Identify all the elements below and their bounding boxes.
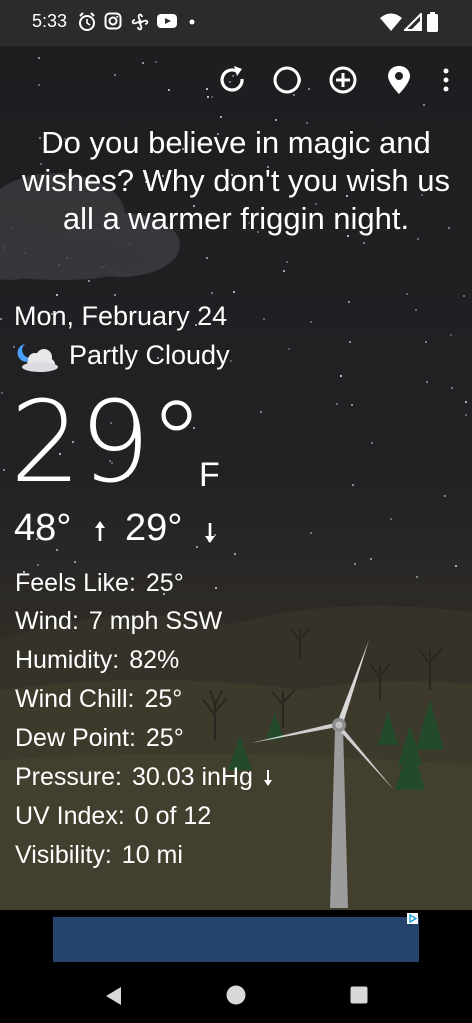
detail-label: Dew Point:	[15, 724, 136, 752]
fan-icon	[131, 13, 149, 31]
detail-label: Visibility:	[15, 841, 112, 869]
arrow-down-icon	[205, 523, 215, 543]
detail-label: Wind:	[15, 607, 79, 635]
ad-banner[interactable]	[53, 917, 419, 962]
navigation-bar	[0, 969, 472, 1023]
detail-row-pressure: Pressure: 30.03 inHg	[15, 762, 273, 792]
alarm-icon	[79, 12, 95, 31]
detail-row-visibility: Visibility: 10 mi	[15, 840, 183, 870]
pressure-falling-icon	[263, 770, 272, 786]
high-temperature: 48°	[14, 507, 72, 549]
status-time: 5:33	[32, 11, 68, 31]
detail-label: UV Index:	[15, 802, 125, 830]
status-bar: 5:33	[0, 0, 472, 46]
theme-icon[interactable]	[271, 64, 303, 96]
recents-icon[interactable]	[350, 986, 368, 1004]
detail-value: 10 mi	[121, 841, 183, 869]
detail-label: Humidity:	[15, 646, 120, 674]
detail-label: Pressure:	[15, 763, 122, 791]
detail-row-uv-index: UV Index: 0 of 12	[15, 801, 211, 831]
ad-choices-icon[interactable]	[407, 913, 418, 924]
home-icon[interactable]	[226, 985, 246, 1005]
weather-quote: Do you believe in magic and wishes? Why …	[21, 125, 451, 236]
detail-value: 25°	[145, 569, 184, 597]
detail-row-humidity: Humidity: 82%	[15, 645, 179, 675]
detail-row-dew-point: Dew Point: 25°	[15, 723, 184, 753]
overflow-menu-icon[interactable]	[430, 64, 462, 96]
low-temperature: 29°	[125, 507, 183, 549]
signal-icon	[404, 13, 422, 31]
dot-icon	[189, 19, 195, 25]
wifi-icon	[380, 13, 402, 31]
detail-row-wind-chill: Wind Chill: 25°	[15, 684, 182, 714]
back-icon[interactable]	[103, 985, 123, 1007]
current-temperature: 29°	[10, 378, 205, 508]
partly-cloudy-night-icon	[17, 344, 58, 372]
ad-area	[0, 910, 472, 969]
date-label: Mon, February 24	[14, 301, 228, 331]
instagram-icon	[104, 12, 122, 30]
refresh-icon[interactable]	[216, 64, 248, 96]
app-screen: 5:33 Do you believe in magic and wishes?…	[0, 0, 472, 1023]
detail-value: 7 mph SSW	[88, 607, 223, 635]
arrow-up-icon	[95, 521, 105, 541]
youtube-icon	[157, 14, 177, 28]
detail-value: 0 of 12	[134, 802, 212, 830]
battery-icon	[427, 12, 438, 32]
detail-label: Wind Chill:	[15, 685, 135, 713]
detail-value: 30.03 inHg	[131, 763, 253, 791]
temperature-unit: F	[199, 456, 220, 494]
add-location-icon[interactable]	[327, 64, 359, 96]
detail-value: 25°	[144, 685, 183, 713]
location-pin-icon[interactable]	[383, 64, 415, 96]
detail-label: Feels Like:	[15, 569, 136, 597]
detail-row-wind: Wind: 7 mph SSW	[15, 606, 222, 636]
detail-row-feels-like: Feels Like: 25°	[15, 568, 184, 598]
detail-value: 25°	[145, 724, 184, 752]
detail-value: 82%	[129, 646, 180, 674]
condition-label: Partly Cloudy	[69, 340, 230, 370]
